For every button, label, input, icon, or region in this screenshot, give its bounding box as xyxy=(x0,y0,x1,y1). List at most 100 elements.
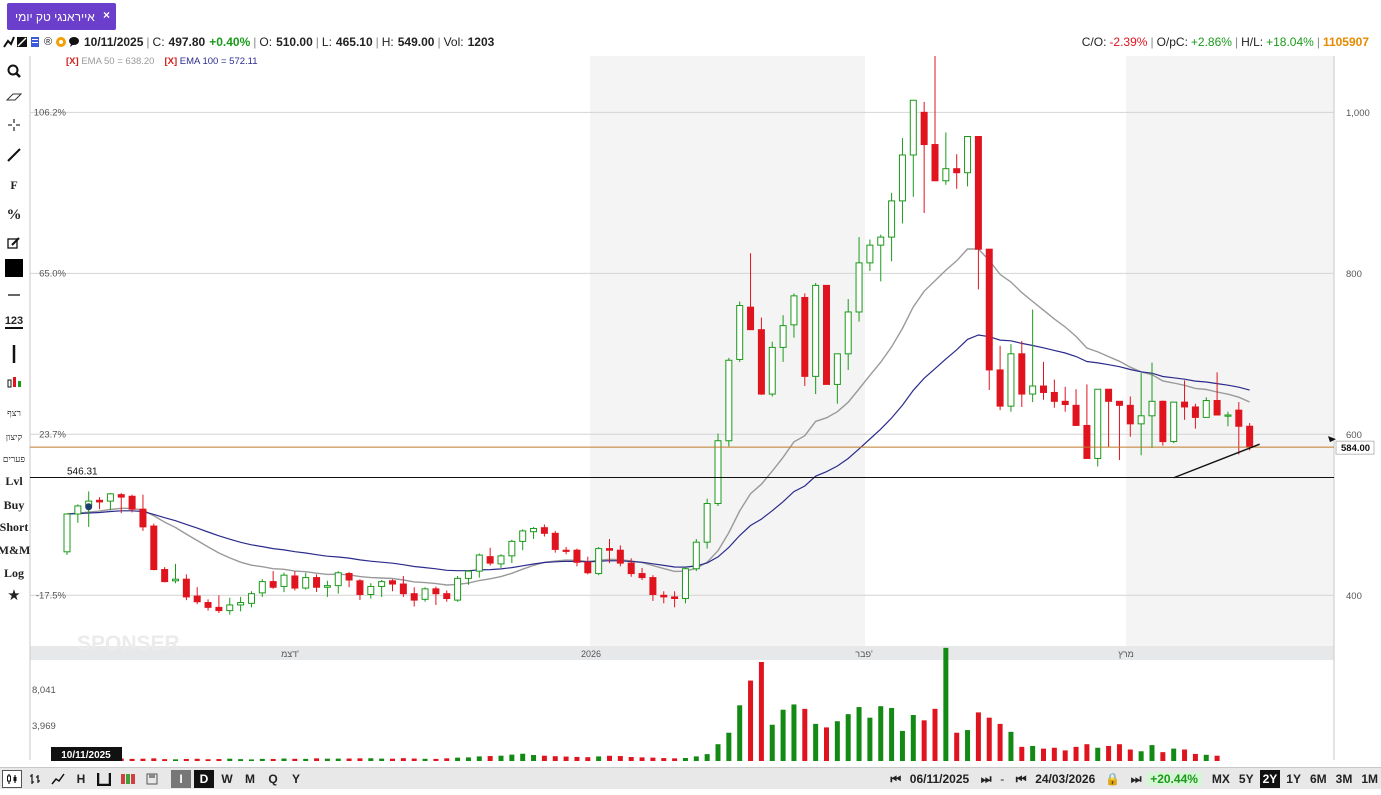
lock-icon[interactable]: 🔒 xyxy=(1102,770,1123,788)
candle-body xyxy=(671,596,679,600)
candle-body xyxy=(1170,401,1178,443)
left-toolbar: F % 123 רצף קיצון פערים Lvl Buy Short M&… xyxy=(0,56,30,766)
candles-icon[interactable] xyxy=(0,372,28,394)
candle-body xyxy=(768,346,776,395)
star-icon[interactable]: ★ xyxy=(0,586,28,604)
range-5y[interactable]: 5Y xyxy=(1236,770,1257,788)
x-tick-label: 2026 xyxy=(581,649,601,659)
next-page-icon[interactable]: ⏭ xyxy=(976,770,996,788)
volume-bar xyxy=(899,730,905,761)
range-mx[interactable]: MX xyxy=(1209,770,1233,788)
volume-bar xyxy=(368,758,374,761)
range-3m[interactable]: 3M xyxy=(1333,770,1356,788)
buy-tool[interactable]: Buy xyxy=(0,496,28,514)
short-tool[interactable]: Short xyxy=(0,518,28,536)
pct-tick-label: 23.7% xyxy=(39,429,66,440)
range-1m[interactable]: 1M xyxy=(1358,770,1381,788)
volume-tick-label: 3,969 xyxy=(32,721,56,732)
volume-bar xyxy=(607,755,612,761)
hlc-icon[interactable]: H xyxy=(71,770,91,788)
last-page-icon[interactable]: ⏭ xyxy=(1126,770,1146,788)
candle-body xyxy=(172,578,179,582)
level-tool[interactable]: Lvl xyxy=(0,472,28,490)
line-tool-icon[interactable] xyxy=(0,144,28,166)
volume-bar xyxy=(628,757,634,761)
candle-body xyxy=(508,540,516,557)
candle-body xyxy=(258,581,266,594)
bars-icon[interactable] xyxy=(25,770,45,788)
sequence-tool[interactable]: רצף xyxy=(0,404,28,422)
measure-tool[interactable]: 123 xyxy=(0,310,28,334)
candle-body xyxy=(953,168,961,174)
ema50-legend[interactable]: [X] EMA 50 = 638.20 xyxy=(66,56,154,67)
to-date[interactable]: 24/03/2026 xyxy=(1031,772,1099,786)
candle-body xyxy=(74,505,82,515)
ema50-remove-icon[interactable]: [X] xyxy=(66,56,79,67)
candle-body xyxy=(692,541,700,570)
volume-bar xyxy=(552,756,558,761)
candle-body xyxy=(996,369,1004,407)
pct-tick-label: -17.5% xyxy=(36,590,67,601)
candle-body xyxy=(833,353,841,385)
volume-bar xyxy=(802,708,808,761)
price-chart[interactable]: 546.31 584.00 8,041 3,969 10/11/2025 1,000 8… xyxy=(0,0,1381,765)
pencil-icon[interactable] xyxy=(0,232,28,254)
candle-body xyxy=(725,359,733,442)
vertical-line-icon[interactable] xyxy=(0,342,28,366)
volume-bar xyxy=(411,758,417,761)
prev-page-icon[interactable]: ⏮ xyxy=(1011,770,1031,788)
period-q[interactable]: Q xyxy=(263,770,283,788)
candle-body xyxy=(866,244,874,264)
extreme-tool[interactable]: קיצון xyxy=(0,428,28,446)
area-icon[interactable] xyxy=(94,770,114,788)
line-chart-icon[interactable] xyxy=(48,770,68,788)
gaps-tool[interactable]: פערים xyxy=(0,450,28,468)
period-i[interactable]: I xyxy=(171,769,191,788)
save-icon[interactable] xyxy=(142,770,162,788)
heikin-icon[interactable] xyxy=(117,770,139,788)
ema100-legend[interactable]: [X] EMA 100 = 572.11 xyxy=(164,56,257,67)
eraser-icon[interactable] xyxy=(0,86,28,108)
candle-body xyxy=(562,549,570,552)
volume-bar xyxy=(379,758,385,761)
log-scale-toggle[interactable]: Log xyxy=(0,564,28,582)
first-page-icon[interactable]: ⏮ xyxy=(886,770,906,788)
candle-body xyxy=(1159,400,1167,443)
chart-type-icon[interactable] xyxy=(2,769,22,788)
period-m[interactable]: M xyxy=(240,770,260,788)
volume-bar xyxy=(303,758,309,761)
candle-body xyxy=(551,532,559,550)
last-price-label: 584.00 xyxy=(1341,443,1370,454)
from-date[interactable]: 06/11/2025 xyxy=(906,772,973,786)
candle-body xyxy=(464,570,472,579)
range-controls: ⏮ 06/11/2025 ⏭ - ⏮ 24/03/2026 🔒 ⏭ +20.44… xyxy=(883,770,1381,788)
volume-bar xyxy=(954,732,960,761)
volume-bar xyxy=(867,717,873,761)
volume-bar xyxy=(1214,755,1220,761)
candle-body xyxy=(1202,400,1210,418)
crosshair-icon[interactable] xyxy=(0,114,28,136)
candle-body xyxy=(888,200,896,238)
range-2y[interactable]: 2Y xyxy=(1259,770,1281,788)
range-6m[interactable]: 6M xyxy=(1307,770,1330,788)
ema100-remove-icon[interactable]: [X] xyxy=(164,56,177,67)
percent-tool[interactable]: % xyxy=(0,204,28,226)
candle-body xyxy=(1191,406,1199,418)
volume-bar xyxy=(541,755,547,761)
volume-bar xyxy=(704,754,710,761)
volume-bar xyxy=(259,758,265,761)
period-d[interactable]: D xyxy=(194,769,214,788)
period-w[interactable]: W xyxy=(217,770,237,788)
candle-body xyxy=(454,577,462,601)
candle-body xyxy=(96,499,104,503)
candle-body xyxy=(638,573,646,579)
color-swatch[interactable] xyxy=(0,257,28,279)
candle-body xyxy=(747,306,755,331)
candle-body xyxy=(313,577,321,588)
fibonacci-tool[interactable]: F xyxy=(0,174,28,196)
horizontal-line-icon[interactable] xyxy=(0,284,28,306)
mm-tool[interactable]: M&M xyxy=(0,541,30,559)
period-y[interactable]: Y xyxy=(286,770,306,788)
range-1y[interactable]: 1Y xyxy=(1283,770,1304,788)
search-icon[interactable] xyxy=(0,60,28,82)
